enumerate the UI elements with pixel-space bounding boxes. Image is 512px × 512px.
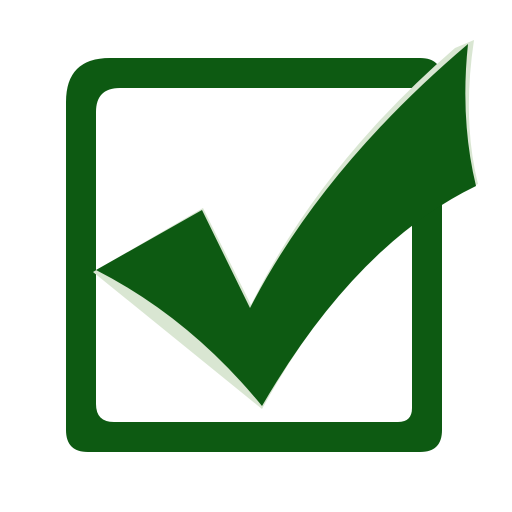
checkbox-icon-canvas (0, 0, 512, 512)
checked-checkbox-icon (66, 40, 478, 452)
